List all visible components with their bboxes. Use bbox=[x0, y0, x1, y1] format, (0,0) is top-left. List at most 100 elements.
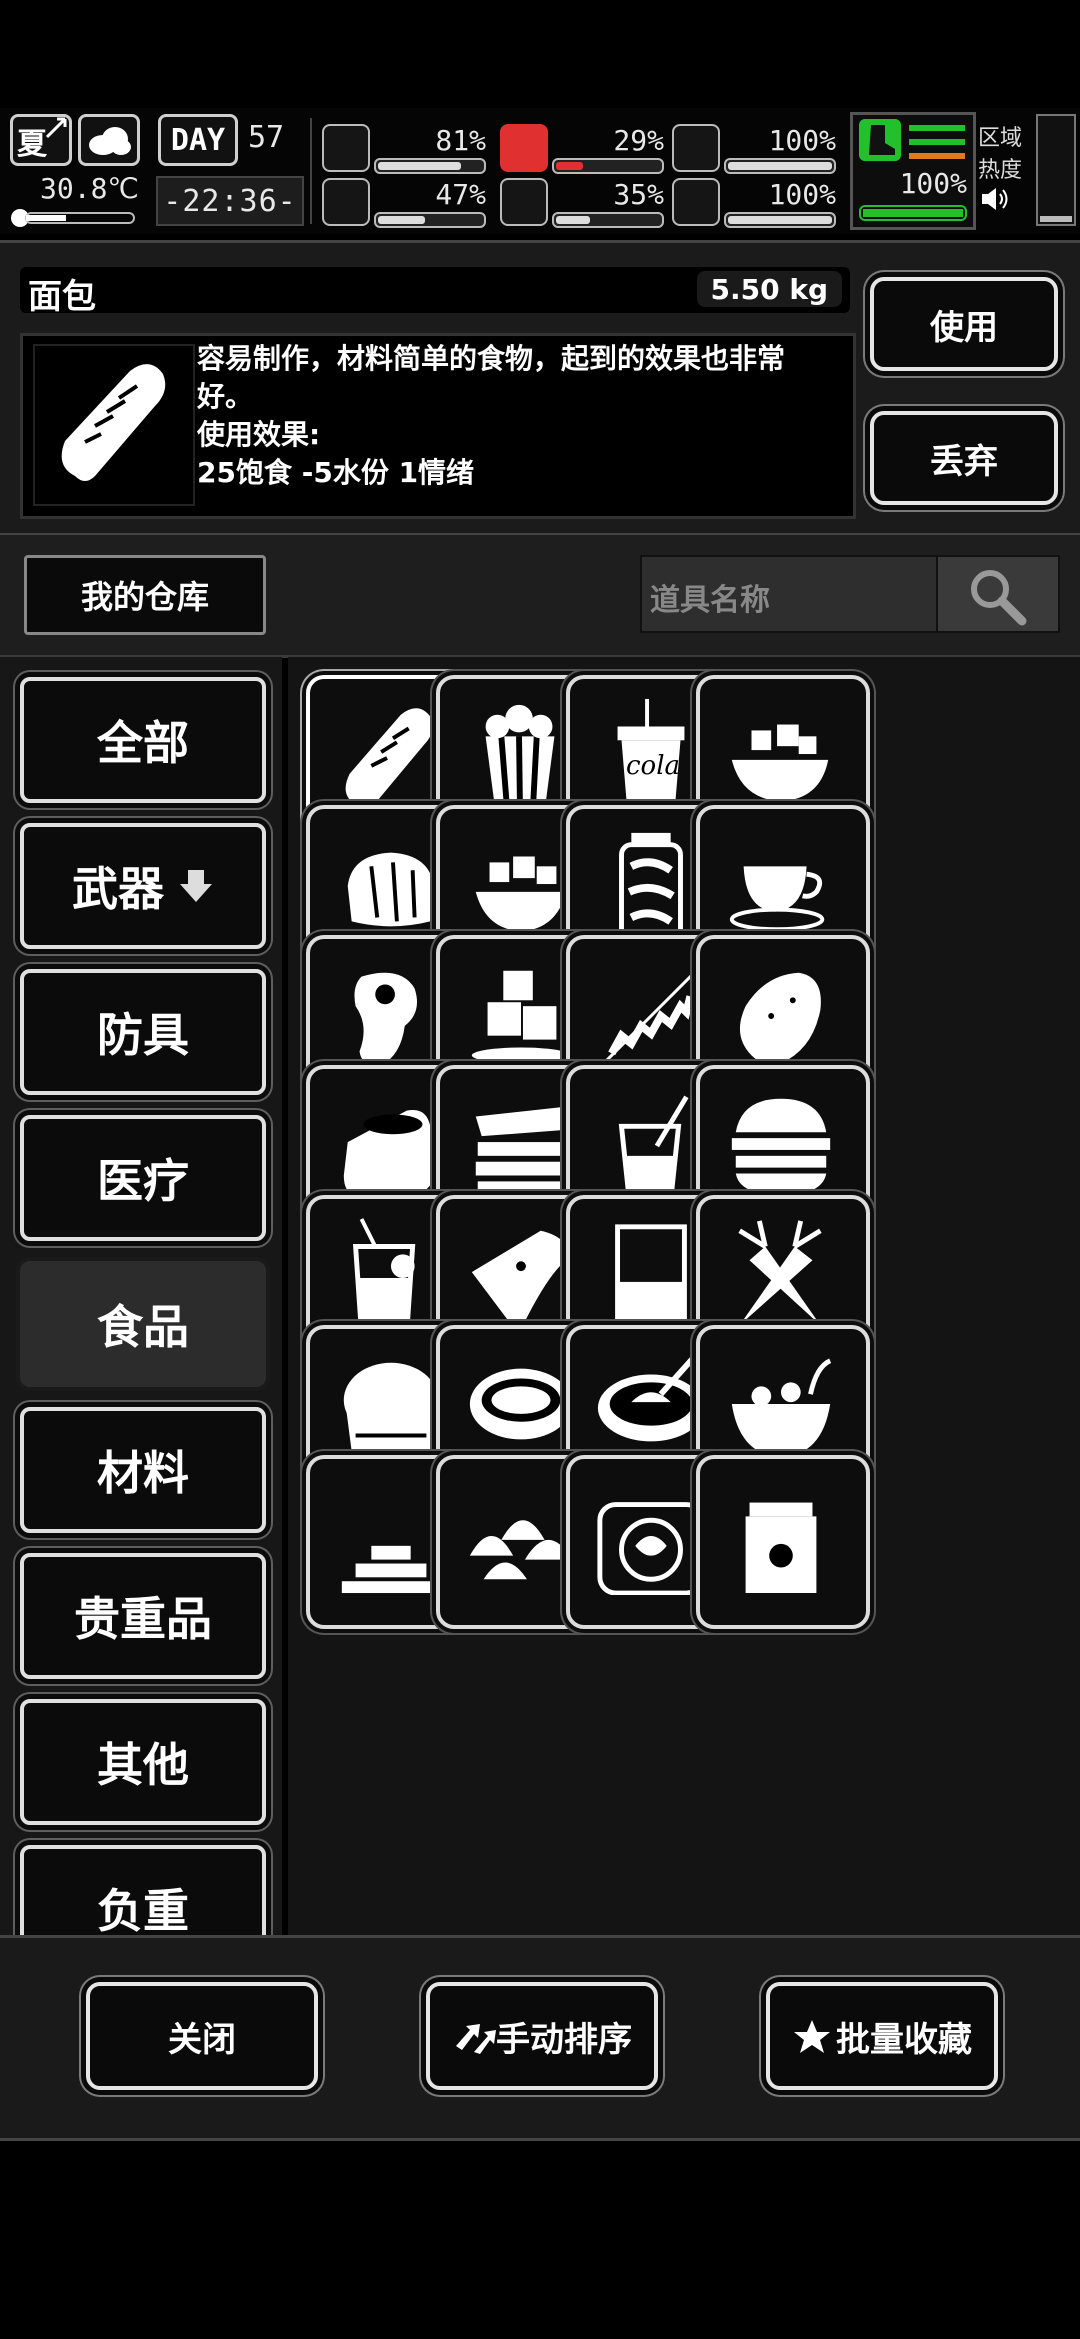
use-button[interactable]: 使用 bbox=[870, 277, 1058, 371]
category-label: 全部 bbox=[97, 716, 189, 770]
water-drop-icon bbox=[500, 178, 548, 226]
category-tab-4[interactable]: 医疗 bbox=[20, 1115, 266, 1241]
coffee-cup-icon bbox=[729, 866, 825, 932]
description-line: 使用效果: bbox=[197, 418, 321, 451]
stat-hunger: 29% bbox=[500, 122, 664, 180]
stat-bar-fill bbox=[728, 162, 832, 170]
heat-meter bbox=[1036, 114, 1076, 226]
boot-icon bbox=[859, 119, 901, 161]
thermometer-icon bbox=[11, 209, 135, 227]
category-label: 医疗 bbox=[97, 1154, 189, 1208]
carrot-icon bbox=[738, 1220, 822, 1326]
steak-icon bbox=[354, 972, 418, 1066]
weather-cloud-icon bbox=[78, 114, 140, 166]
stat-bar-fill bbox=[728, 216, 832, 224]
pizza-slice-icon bbox=[471, 1230, 571, 1327]
stat-bar-fill bbox=[556, 216, 590, 224]
stat-water: 35% bbox=[500, 176, 664, 234]
stamina-value: 100% bbox=[899, 167, 967, 200]
beaker-icon bbox=[615, 1224, 687, 1334]
category-label: 食品 bbox=[97, 1300, 189, 1354]
category-tab-6[interactable]: 材料 bbox=[20, 1407, 266, 1533]
category-tab-9[interactable]: 负重 bbox=[20, 1845, 266, 1935]
item-weight: 5.50 kg bbox=[710, 272, 829, 306]
drink-glass-icon bbox=[618, 1095, 689, 1204]
stat-mood: 47% bbox=[322, 176, 486, 234]
description-line: 25饱食 -5水份 1情绪 bbox=[197, 456, 475, 489]
category-tab-7[interactable]: 贵重品 bbox=[20, 1553, 266, 1679]
search-button[interactable] bbox=[936, 555, 1060, 633]
stat-value: 35% bbox=[613, 178, 664, 211]
close-button[interactable]: 关闭 bbox=[86, 1982, 318, 2090]
category-label: 防具 bbox=[97, 1008, 189, 1062]
day-number: 57 bbox=[248, 120, 285, 155]
season-label: 夏 bbox=[17, 127, 47, 162]
popcorn-icon bbox=[485, 704, 555, 812]
soda-can-icon bbox=[745, 1502, 817, 1594]
category-label: 负重 bbox=[97, 1884, 189, 1935]
inventory-slot[interactable] bbox=[696, 1455, 870, 1629]
stat-bar bbox=[552, 158, 664, 174]
item-detail-panel: 面包 5.50 kg 容易制作，材料简单的食物，起到的效果也非常 好。 使用效果… bbox=[0, 240, 1080, 536]
noodle-bowl-icon bbox=[731, 1358, 832, 1458]
bricks-icon bbox=[341, 1545, 441, 1594]
stamina-panel: 100% bbox=[850, 112, 976, 230]
item-name: 面包 bbox=[28, 277, 96, 317]
discard-button[interactable]: 丢弃 bbox=[870, 411, 1058, 505]
season-badge: 夏 bbox=[10, 114, 72, 166]
region-heat-label-2: 热度 bbox=[978, 158, 1023, 183]
stat-bar-fill bbox=[378, 216, 425, 224]
stat-bar-fill bbox=[378, 162, 462, 170]
use-button-label: 使用 bbox=[930, 307, 998, 348]
stat-bar bbox=[374, 212, 486, 228]
skewers-icon bbox=[600, 965, 702, 1067]
potato-icon bbox=[739, 972, 821, 1065]
storage-title: 我的仓库 bbox=[80, 578, 209, 616]
category-label: 武器 bbox=[72, 862, 164, 916]
bottom-action-bar: 关闭 手动排序 批量收藏 bbox=[0, 1935, 1080, 2141]
manual-sort-button[interactable]: 手动排序 bbox=[426, 1982, 658, 2090]
region-heat-label-1: 区域 bbox=[978, 126, 1023, 151]
category-tab-5[interactable]: 食品 bbox=[20, 1261, 266, 1387]
item-header: 面包 5.50 kg bbox=[20, 267, 850, 317]
soup-bowl-icon bbox=[469, 1368, 573, 1440]
stat-bar bbox=[724, 212, 836, 228]
dumplings-icon bbox=[469, 1520, 573, 1580]
meat-bun-icon bbox=[347, 852, 435, 927]
stomach-icon bbox=[500, 124, 548, 172]
star-icon bbox=[794, 2020, 830, 2053]
close-button-label: 关闭 bbox=[168, 2019, 236, 2060]
storage-title-box: 我的仓库 bbox=[24, 555, 266, 635]
lemonade-icon bbox=[352, 1218, 416, 1335]
ice-cubes-icon bbox=[471, 970, 571, 1064]
sun-icon bbox=[45, 117, 67, 139]
stat-bar-fill bbox=[556, 162, 584, 170]
speaker-icon[interactable] bbox=[978, 184, 1012, 214]
search-input[interactable]: 道具名称 bbox=[640, 555, 940, 633]
seafood-platter-icon bbox=[597, 1502, 705, 1595]
description-line: 容易制作，材料简单的食物，起到的效果也非常 bbox=[197, 342, 786, 375]
medkit-icon bbox=[322, 124, 370, 172]
category-label: 材料 bbox=[97, 1446, 189, 1500]
stat-bar bbox=[724, 158, 836, 174]
canned-food-icon bbox=[343, 1109, 435, 1196]
item-description-box: 容易制作，材料简单的食物，起到的效果也非常 好。 使用效果: 25饱食 -5水份… bbox=[20, 333, 856, 519]
stat-health: 100% bbox=[672, 176, 836, 234]
category-tab-1[interactable]: 全部 bbox=[20, 677, 266, 803]
stat-shield: 100% bbox=[672, 122, 836, 180]
category-label: 其他 bbox=[97, 1738, 189, 1792]
stat-bar bbox=[552, 212, 664, 228]
category-tab-8[interactable]: 其他 bbox=[20, 1699, 266, 1825]
stew-pot-icon bbox=[597, 1354, 705, 1442]
brain-icon bbox=[322, 178, 370, 226]
clock: -22:36- bbox=[156, 176, 304, 226]
pickle-jar-icon bbox=[619, 832, 683, 942]
description-line: 好。 bbox=[197, 380, 254, 413]
category-tab-2[interactable]: 武器 bbox=[20, 823, 266, 949]
manual-sort-label: 手动排序 bbox=[496, 2019, 632, 2060]
batch-favorite-button[interactable]: 批量收藏 bbox=[766, 1982, 998, 2090]
search-placeholder: 道具名称 bbox=[650, 583, 770, 618]
region-heat: 区域 热度 bbox=[978, 120, 1032, 218]
category-tab-3[interactable]: 防具 bbox=[20, 969, 266, 1095]
category-label: 贵重品 bbox=[74, 1592, 212, 1646]
